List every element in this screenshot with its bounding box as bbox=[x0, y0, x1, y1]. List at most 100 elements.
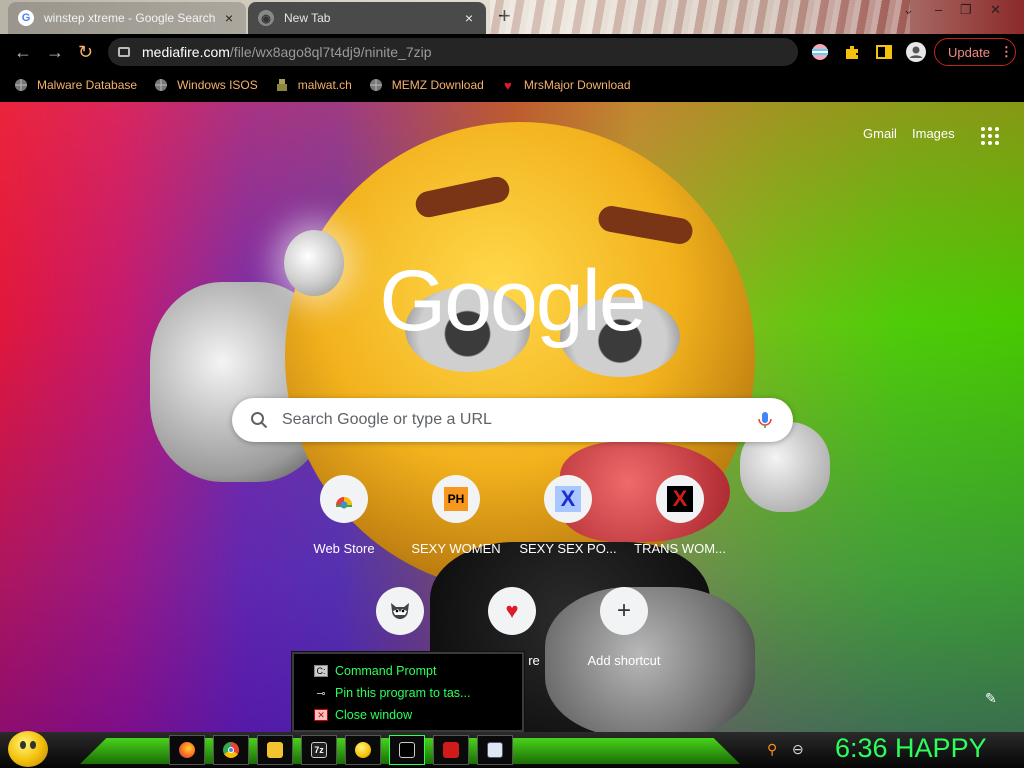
address-bar[interactable]: mediafire.com/file/wx8ago8ql7t4dj9/ninit… bbox=[108, 38, 798, 66]
7zip-icon: 7z bbox=[311, 742, 327, 758]
trans-flag-extension-icon[interactable] bbox=[811, 43, 829, 61]
google-favicon-icon: G bbox=[18, 10, 34, 26]
tab-close-icon[interactable]: × bbox=[222, 10, 236, 26]
voice-search-icon[interactable] bbox=[755, 410, 775, 430]
images-link[interactable]: Images bbox=[912, 126, 955, 141]
browser-toolbar: ← → ↻ mediafire.com/file/wx8ago8ql7t4dj9… bbox=[0, 34, 1024, 70]
gmail-link[interactable]: Gmail bbox=[863, 126, 897, 141]
shortcut-add[interactable]: + Add shortcut bbox=[568, 587, 680, 668]
folder-icon bbox=[267, 742, 283, 758]
x-blue-icon: X bbox=[544, 475, 592, 523]
bookmark-label: MEMZ Download bbox=[391, 78, 484, 92]
tab-new-tab[interactable]: ◉ New Tab × bbox=[248, 2, 486, 34]
back-button[interactable]: ← bbox=[14, 42, 32, 62]
forward-button[interactable]: → bbox=[46, 42, 64, 62]
bookmark-malwatch[interactable]: malwat.ch bbox=[275, 78, 352, 92]
search-icon bbox=[251, 412, 268, 429]
tab-close-icon[interactable]: × bbox=[462, 10, 476, 26]
chrome-icon bbox=[223, 742, 239, 758]
taskbar-paint[interactable] bbox=[433, 735, 469, 765]
globe-icon bbox=[14, 78, 28, 92]
chrome-favicon-icon: ◉ bbox=[258, 10, 274, 26]
taskbar-emoji-app[interactable] bbox=[345, 735, 381, 765]
taskbar-7zip[interactable]: 7z bbox=[301, 735, 337, 765]
window-icon bbox=[487, 742, 503, 758]
taskbar-context-menu: C: Command Prompt ⊸ Pin this program to … bbox=[291, 651, 525, 733]
desktop-screen: G winstep xtreme - Google Search × ◉ New… bbox=[0, 0, 1024, 768]
shortcut-sexy-sex-po[interactable]: X SEXY SEX PO... bbox=[512, 475, 624, 556]
url-domain: mediafire.com bbox=[142, 44, 230, 60]
google-logo: Google bbox=[379, 253, 646, 349]
tab-google-search[interactable]: G winstep xtreme - Google Search × bbox=[8, 2, 246, 34]
tab-title: winstep xtreme - Google Search bbox=[44, 11, 216, 25]
more-menu-icon[interactable]: ⋮ bbox=[1000, 44, 1013, 60]
start-emoji-icon[interactable] bbox=[8, 731, 48, 767]
close-window-button[interactable]: ✕ bbox=[990, 2, 1001, 18]
new-tab-button[interactable]: + bbox=[498, 5, 511, 27]
shortcut-label: SEXY WOMEN bbox=[411, 541, 501, 556]
bookmark-memz-download[interactable]: MEMZ Download bbox=[369, 78, 484, 92]
taskbar-command-prompt[interactable] bbox=[389, 735, 425, 765]
shortcut-trans-wom[interactable]: X TRANS WOM... bbox=[624, 475, 736, 556]
cmd-icon bbox=[399, 742, 415, 758]
update-button[interactable]: Update ⋮ bbox=[934, 38, 1016, 66]
bookmark-mrsmajor-download[interactable]: ♥ MrsMajor Download bbox=[501, 77, 631, 93]
bookmark-label: Windows ISOS bbox=[177, 78, 258, 92]
bookmark-label: Malware Database bbox=[37, 78, 138, 92]
taskbar-firefox[interactable] bbox=[169, 735, 205, 765]
menu-item-label: Close window bbox=[335, 708, 413, 722]
reload-button[interactable]: ↻ bbox=[78, 42, 93, 62]
heart-icon: ♥ bbox=[488, 587, 536, 635]
profile-avatar-icon[interactable] bbox=[906, 42, 926, 62]
plus-icon: + bbox=[600, 587, 648, 635]
shortcut-sexy-women[interactable]: PH SEXY WOMEN bbox=[400, 475, 512, 556]
menu-item-close-window[interactable]: ✕ Close window bbox=[294, 704, 522, 726]
taskbar-chrome[interactable] bbox=[213, 735, 249, 765]
heart-icon: ♥ bbox=[503, 77, 512, 93]
emoji-icon bbox=[355, 742, 371, 758]
ph-icon: PH bbox=[432, 475, 480, 523]
globe-icon bbox=[154, 78, 168, 92]
bookmarks-bar: Malware Database Windows ISOS malwat.ch … bbox=[0, 70, 1024, 100]
menu-item-command-prompt[interactable]: C: Command Prompt bbox=[294, 660, 522, 682]
volume-tray-icon[interactable]: ⊖ bbox=[792, 741, 804, 758]
taskbar-window[interactable] bbox=[477, 735, 513, 765]
lock-icon[interactable] bbox=[118, 47, 130, 57]
shortcut-label: SEXY SEX PO... bbox=[519, 541, 617, 556]
url-path: /file/wx8ago8ql7t4dj9/ninite_7zip bbox=[229, 44, 432, 60]
globe-icon bbox=[369, 78, 383, 92]
new-tab-page: Gmail Images Google Search Google or typ… bbox=[0, 102, 1024, 732]
cmd-icon: C: bbox=[314, 665, 328, 677]
extensions-puzzle-icon[interactable] bbox=[843, 43, 861, 61]
bookmark-malware-database[interactable]: Malware Database bbox=[14, 78, 137, 92]
search-tray-icon[interactable]: ⚲ bbox=[767, 741, 777, 758]
bookmark-label: malwat.ch bbox=[297, 78, 352, 92]
update-label: Update bbox=[948, 44, 990, 60]
raccoon-icon bbox=[376, 587, 424, 635]
menu-item-pin-program[interactable]: ⊸ Pin this program to tas... bbox=[294, 682, 522, 704]
minimize-button[interactable]: – bbox=[935, 2, 942, 17]
shortcut-web-store[interactable]: Web Store bbox=[288, 475, 400, 556]
customize-pencil-icon[interactable]: ✎ bbox=[985, 690, 997, 707]
tab-search-icon[interactable]: ⌄ bbox=[903, 2, 914, 18]
pin-icon: ⊸ bbox=[316, 687, 326, 700]
restore-button[interactable]: ❐ bbox=[960, 2, 972, 18]
paint-icon bbox=[443, 742, 459, 758]
taskbar-explorer[interactable] bbox=[257, 735, 293, 765]
shortcut-label: TRANS WOM... bbox=[634, 541, 726, 556]
clock-text[interactable]: 6:36 HAPPY bbox=[835, 733, 987, 764]
menu-item-label: Pin this program to tas... bbox=[335, 686, 471, 700]
x-icon-text: X bbox=[667, 486, 693, 512]
menu-item-label: Command Prompt bbox=[335, 664, 437, 678]
side-panel-icon[interactable] bbox=[875, 43, 893, 61]
shortcut-label: Add shortcut bbox=[587, 653, 661, 668]
google-apps-icon[interactable] bbox=[981, 127, 999, 145]
bookmark-windows-isos[interactable]: Windows ISOS bbox=[154, 78, 258, 92]
close-window-icon: ✕ bbox=[314, 709, 328, 721]
idol-icon bbox=[275, 78, 289, 92]
ph-icon-text: PH bbox=[444, 487, 468, 511]
search-placeholder: Search Google or type a URL bbox=[282, 411, 492, 428]
shortcut-raccoon[interactable] bbox=[344, 587, 456, 653]
search-box[interactable]: Search Google or type a URL bbox=[232, 398, 793, 442]
url-text: mediafire.com/file/wx8ago8ql7t4dj9/ninit… bbox=[142, 44, 432, 60]
